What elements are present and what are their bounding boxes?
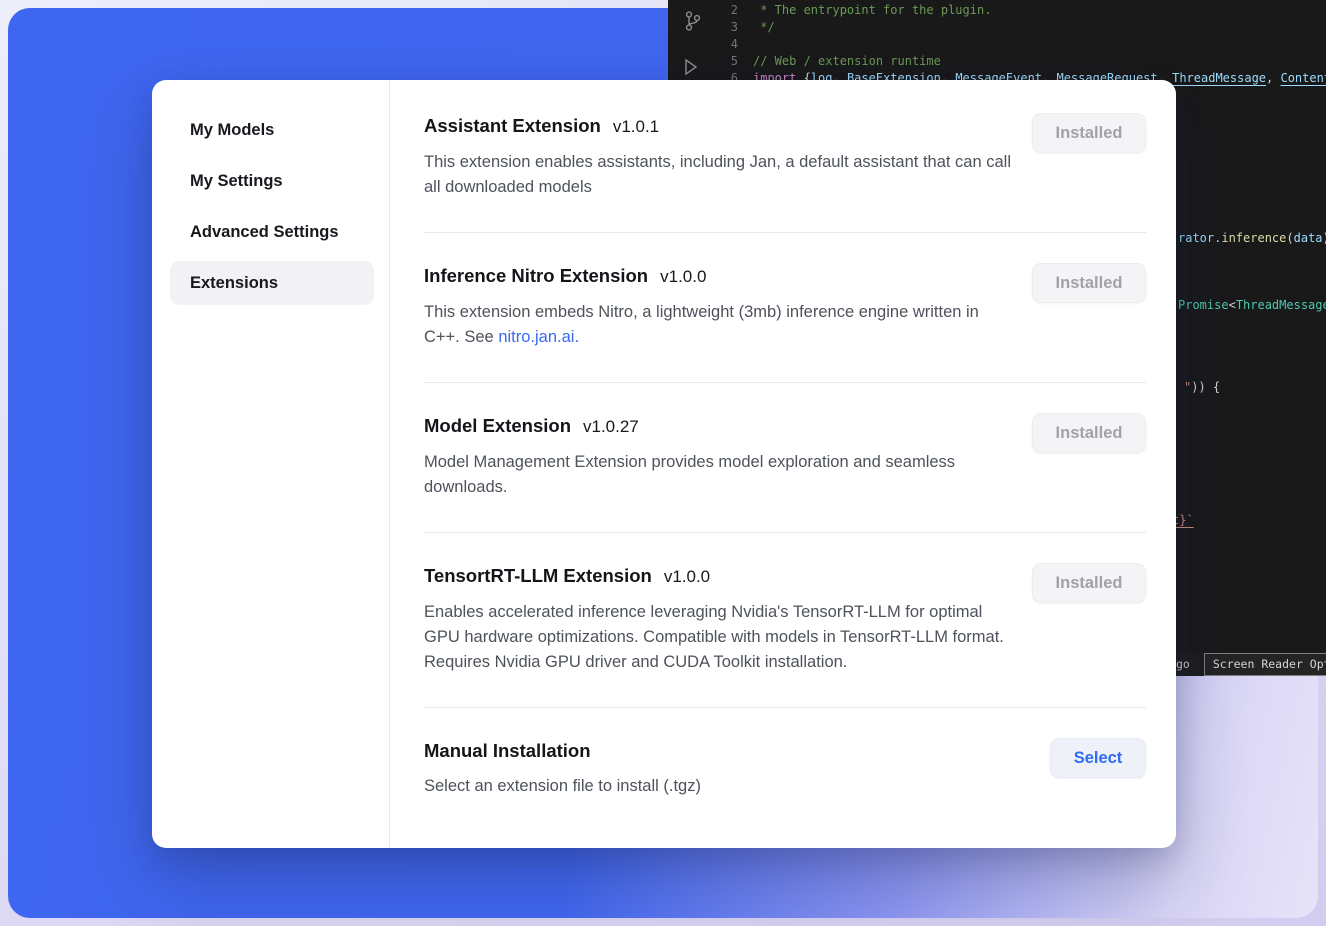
nitro-jan-ai-link[interactable]: nitro.jan.ai. [498, 328, 579, 346]
extension-description: Enables accelerated inference leveraging… [424, 600, 1012, 675]
code-text: */ [746, 19, 775, 36]
desktop-background: 2 * The entrypoint for the plugin. 3 */ … [0, 0, 1326, 926]
installed-button[interactable]: Installed [1032, 413, 1146, 453]
line-number: 5 [668, 53, 746, 70]
installed-button[interactable]: Installed [1032, 563, 1146, 603]
code-text: // Web / extension runtime [746, 53, 941, 70]
settings-modal: My Models My Settings Advanced Settings … [152, 80, 1176, 848]
extension-title: Model Extension v1.0.27 [424, 413, 1012, 440]
extension-info: Inference Nitro Extension v1.0.0 This ext… [424, 263, 1012, 350]
sidebar-item-my-settings[interactable]: My Settings [170, 159, 374, 203]
extension-version: v1.0.0 [660, 267, 706, 286]
extension-title: Assistant Extension v1.0.1 [424, 113, 1012, 140]
code-line: 2 * The entrypoint for the plugin. [668, 2, 1326, 19]
line-number: 2 [668, 2, 746, 19]
sidebar-item-extensions[interactable]: Extensions [170, 261, 374, 305]
extension-info: Assistant Extension v1.0.1 This extension… [424, 113, 1012, 200]
extension-name: Assistant Extension [424, 115, 601, 136]
code-text: * The entrypoint for the plugin. [746, 2, 991, 19]
installed-button[interactable]: Installed [1032, 263, 1146, 303]
code-line: 4 [668, 36, 1326, 53]
code-fragment: ")) { [1184, 379, 1220, 396]
settings-sidebar: My Models My Settings Advanced Settings … [152, 80, 390, 848]
code-line: 5 // Web / extension runtime [668, 53, 1326, 70]
extension-title: TensortRT-LLM Extension v1.0.0 [424, 563, 1012, 590]
screen-reader-badge: Screen Reader Optimized [1204, 653, 1326, 676]
line-number: 4 [668, 36, 746, 53]
extension-title: Inference Nitro Extension v1.0.0 [424, 263, 1012, 290]
line-number: 3 [668, 19, 746, 36]
sidebar-item-advanced-settings[interactable]: Advanced Settings [170, 210, 374, 254]
extension-info: TensortRT-LLM Extension v1.0.0 Enables ac… [424, 563, 1012, 675]
extension-info: Model Extension v1.0.27 Model Management … [424, 413, 1012, 500]
extension-description: Select an extension file to install (.tg… [424, 774, 701, 799]
extension-name: Inference Nitro Extension [424, 265, 648, 286]
extension-row-manual-installation: Manual Installation Select an extension … [424, 708, 1146, 831]
extension-row-model: Model Extension v1.0.27 Model Management … [424, 383, 1146, 533]
extension-title: Manual Installation [424, 738, 701, 764]
code-text [746, 36, 753, 53]
extension-version: v1.0.1 [613, 117, 659, 136]
code-fragment: rator.inference(data)); [1178, 230, 1326, 247]
extension-row-inference-nitro: Inference Nitro Extension v1.0.0 This ext… [424, 233, 1146, 383]
extension-info: Manual Installation Select an extension … [424, 738, 701, 799]
extension-name: Manual Installation [424, 740, 591, 761]
code-line: 3 */ [668, 19, 1326, 36]
extension-name: TensortRT-LLM Extension [424, 565, 652, 586]
extension-description: This extension embeds Nitro, a lightweig… [424, 300, 1012, 350]
sidebar-item-my-models[interactable]: My Models [170, 108, 374, 152]
status-text: go [1176, 656, 1190, 673]
extension-version: v1.0.0 [664, 567, 710, 586]
code-fragment: Promise<ThreadMessage> [1178, 297, 1326, 314]
extension-name: Model Extension [424, 415, 571, 436]
select-file-button[interactable]: Select [1050, 738, 1146, 778]
extension-row-tensorrt-llm: TensortRT-LLM Extension v1.0.0 Enables ac… [424, 533, 1146, 708]
extension-description: Model Management Extension provides mode… [424, 450, 1012, 500]
extension-row-assistant: Assistant Extension v1.0.1 This extension… [424, 80, 1146, 233]
extension-version: v1.0.27 [583, 417, 639, 436]
extension-description: This extension enables assistants, inclu… [424, 150, 1012, 200]
code-lines: 2 * The entrypoint for the plugin. 3 */ … [668, 2, 1326, 87]
installed-button[interactable]: Installed [1032, 113, 1146, 153]
extensions-list: Assistant Extension v1.0.1 This extension… [390, 80, 1176, 848]
